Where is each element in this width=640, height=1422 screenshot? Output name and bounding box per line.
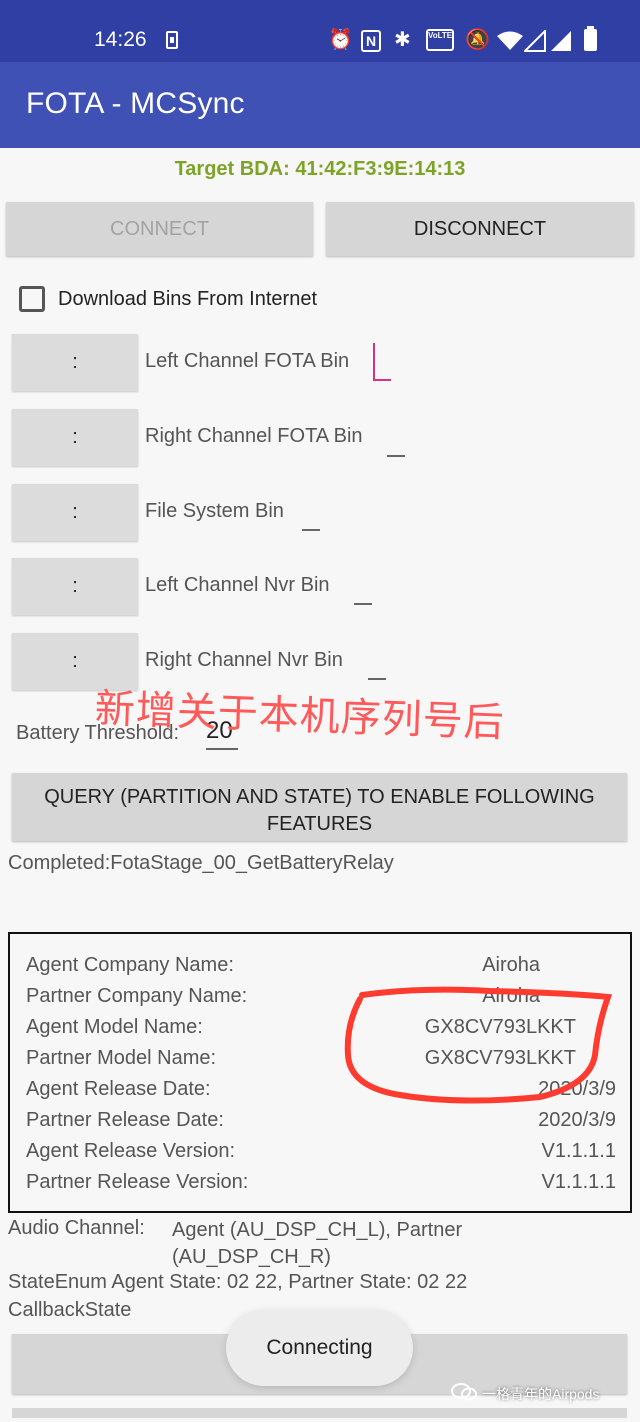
connecting-toast: Connecting [226, 1310, 413, 1386]
nfc-icon: N [361, 30, 381, 52]
callback-state-text: CallbackState [8, 1299, 132, 1321]
next-button-edge [12, 1408, 627, 1418]
right-fota-bin-field[interactable] [387, 455, 405, 457]
app-bar: FOTA - MCSync [0, 62, 640, 148]
status-time: 14:26 [94, 28, 147, 51]
download-bins-checkbox[interactable] [19, 286, 45, 312]
audio-channel-value: Agent (AU_DSP_CH_L), Partner (AU_DSP_CH_… [172, 1219, 463, 1268]
pick-file-system-bin-button[interactable]: : [12, 484, 138, 541]
audio-channel-label: Audio Channel: [8, 1217, 145, 1239]
file-system-bin-field[interactable] [302, 529, 320, 531]
info-row-partner-release-date: Partner Release Date: 2020/3/9 [26, 1109, 616, 1139]
wechat-icon [451, 1383, 477, 1401]
info-value: V1.1.1.1 [541, 1140, 616, 1162]
info-value: Airoha [482, 954, 540, 976]
left-fota-bin-field[interactable] [373, 343, 391, 381]
connect-button[interactable]: CONNECT [6, 202, 313, 256]
wifi-icon [497, 31, 523, 50]
right-nvr-bin-field[interactable] [368, 678, 386, 680]
target-bda-label: Target BDA: 41:42:F3:9E:14:13 [174, 158, 466, 180]
state-enum-text: StateEnum Agent State: 02 22, Partner St… [8, 1271, 468, 1293]
info-key: Agent Company Name: [26, 954, 234, 976]
pick-right-fota-bin-button[interactable]: : [12, 409, 138, 466]
info-key: Agent Release Version: [26, 1140, 236, 1162]
info-key: Partner Release Date: [26, 1109, 224, 1131]
left-nvr-bin-label: Left Channel Nvr Bin [145, 574, 330, 596]
watermark-text: 一格青年的Airpods [482, 1386, 600, 1402]
bluetooth-icon: ✱ [394, 29, 411, 51]
info-key: Partner Model Name: [26, 1047, 217, 1069]
left-nvr-bin-field[interactable] [354, 603, 372, 605]
info-key: Partner Company Name: [26, 985, 248, 1007]
pick-left-fota-bin-button[interactable]: : [12, 334, 138, 391]
signal-icon-2 [551, 31, 571, 51]
red-annotation-circle [344, 986, 613, 1104]
volte-icon: VoLTE [426, 29, 454, 51]
right-nvr-bin-label: Right Channel Nvr Bin [145, 649, 343, 671]
info-row-agent-release-version: Agent Release Version: V1.1.1.1 [26, 1140, 616, 1170]
info-value: V1.1.1.1 [541, 1171, 616, 1193]
sim-icon [166, 31, 178, 49]
pick-left-nvr-bin-button[interactable]: : [12, 558, 138, 615]
battery-icon [584, 26, 597, 51]
signal-icon [524, 30, 546, 52]
info-value: 2020/3/9 [538, 1109, 616, 1131]
alarm-icon: ⏰ [328, 29, 353, 51]
mute-icon: 🔕 [465, 29, 490, 51]
disconnect-button[interactable]: DISCONNECT [326, 202, 634, 256]
query-button[interactable]: QUERY (PARTITION AND STATE) TO ENABLE FO… [12, 773, 627, 841]
file-system-bin-label: File System Bin [145, 500, 284, 522]
info-key: Agent Release Date: [26, 1078, 211, 1100]
completed-status: Completed:FotaStage_00_GetBatteryRelay [8, 852, 394, 874]
status-bar: 14:26 ⏰ N ✱ VoLTE 🔕 [0, 0, 640, 62]
info-key: Agent Model Name: [26, 1016, 203, 1038]
info-row-partner-release-version: Partner Release Version: V1.1.1.1 [26, 1171, 616, 1201]
download-bins-label: Download Bins From Internet [58, 288, 318, 310]
info-key: Partner Release Version: [26, 1171, 249, 1193]
info-row-agent-company: Agent Company Name: Airoha [26, 954, 616, 984]
app-title: FOTA - MCSync [26, 87, 245, 120]
left-fota-bin-label: Left Channel FOTA Bin [145, 350, 350, 372]
right-fota-bin-label: Right Channel FOTA Bin [145, 425, 363, 447]
